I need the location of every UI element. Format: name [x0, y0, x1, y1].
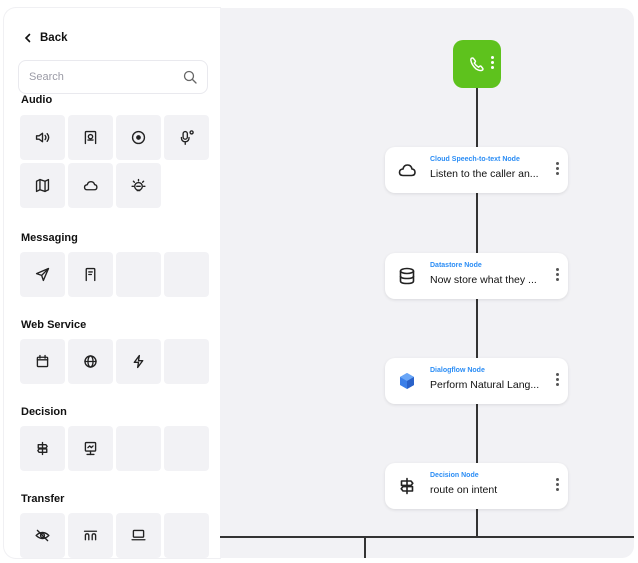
search-icon [183, 70, 197, 84]
node-menu-icon[interactable] [556, 478, 559, 491]
tile-kiosk[interactable] [68, 426, 113, 471]
node-type-label: Datastore Node [430, 262, 482, 269]
tile-empty [116, 426, 161, 471]
webhook-icon [133, 354, 144, 369]
tile-speaker[interactable] [20, 115, 65, 160]
send-icon [35, 267, 50, 282]
node-menu-icon[interactable] [556, 268, 559, 281]
node-label: Now store what they ... [430, 274, 537, 286]
flow-node-dialogflow[interactable]: Dialogflow Node Perform Natural Lang... [385, 358, 568, 404]
search-input[interactable] [29, 71, 183, 83]
section-title-audio: Audio [21, 94, 53, 106]
tile-eye-off[interactable] [20, 513, 65, 558]
tile-laptop[interactable] [116, 513, 161, 558]
section-title-web-service: Web Service [21, 319, 87, 331]
database-icon [397, 266, 417, 286]
node-type-label: Cloud Speech-to-text Node [430, 156, 520, 163]
flow-node-datastore[interactable]: Datastore Node Now store what they ... [385, 253, 568, 299]
tile-transfer-bridge[interactable] [68, 513, 113, 558]
tile-empty [164, 252, 209, 297]
tile-message-card[interactable] [68, 252, 113, 297]
globe-icon [84, 355, 97, 368]
flow-branch-drop-line [364, 536, 366, 558]
tile-empty [164, 426, 209, 471]
tile-calendar[interactable] [20, 339, 65, 384]
flow-node-decision[interactable]: Decision Node route on intent [385, 463, 568, 509]
tile-mic-settings[interactable] [164, 115, 209, 160]
brain-bulb-icon [131, 178, 146, 192]
signpost-icon [37, 441, 48, 456]
transfer-node-grid [20, 513, 209, 558]
eye-off-icon [35, 529, 50, 542]
section-title-transfer: Transfer [21, 493, 65, 505]
back-label: Back [40, 32, 68, 44]
section-title-decision: Decision [21, 406, 67, 418]
node-label: route on intent [430, 484, 498, 496]
speaker-icon [35, 132, 50, 143]
tile-record[interactable] [116, 115, 161, 160]
web-service-node-grid [20, 339, 209, 384]
node-palette-sidebar: Back Audio Messaging [4, 8, 220, 558]
message-card-icon [85, 267, 96, 282]
tile-cloud[interactable] [68, 163, 113, 208]
chevron-left-icon [24, 33, 31, 43]
laptop-icon [131, 529, 146, 541]
transfer-bridge-icon [83, 530, 98, 541]
start-node-menu-icon[interactable] [491, 56, 494, 69]
section-title-messaging: Messaging [21, 232, 78, 244]
mic-settings-icon [180, 130, 194, 145]
dialogflow-icon [397, 371, 417, 391]
node-menu-icon[interactable] [556, 373, 559, 386]
decision-node-grid [20, 426, 209, 471]
flow-canvas[interactable]: Cloud Speech-to-text Node Listen to the … [220, 8, 634, 558]
map-icon [35, 178, 50, 193]
search-box[interactable] [18, 60, 208, 94]
tile-audio-device[interactable] [68, 115, 113, 160]
node-label: Listen to the caller an... [430, 168, 539, 180]
back-button[interactable]: Back [22, 32, 68, 44]
signpost-icon [397, 476, 417, 496]
tile-globe[interactable] [68, 339, 113, 384]
start-phone-node[interactable] [453, 40, 501, 88]
tile-send[interactable] [20, 252, 65, 297]
tile-map[interactable] [20, 163, 65, 208]
tile-webhook[interactable] [116, 339, 161, 384]
node-type-label: Dialogflow Node [430, 367, 485, 374]
record-icon [131, 130, 146, 145]
tile-signpost[interactable] [20, 426, 65, 471]
cloud-icon [397, 160, 417, 180]
flow-branch-line [220, 536, 634, 538]
kiosk-icon [84, 441, 97, 456]
cloud-icon [83, 180, 98, 191]
phone-icon [470, 57, 484, 72]
tile-brain-bulb[interactable] [116, 163, 161, 208]
node-menu-icon[interactable] [556, 162, 559, 175]
messaging-node-grid [20, 252, 209, 297]
tile-empty [164, 513, 209, 558]
audio-device-icon [84, 130, 97, 145]
tile-empty [116, 252, 161, 297]
tile-empty [164, 339, 209, 384]
node-type-label: Decision Node [430, 472, 479, 479]
audio-node-grid [20, 115, 209, 208]
calendar-icon [36, 354, 49, 368]
flow-node-speech-to-text[interactable]: Cloud Speech-to-text Node Listen to the … [385, 147, 568, 193]
node-label: Perform Natural Lang... [430, 379, 540, 391]
